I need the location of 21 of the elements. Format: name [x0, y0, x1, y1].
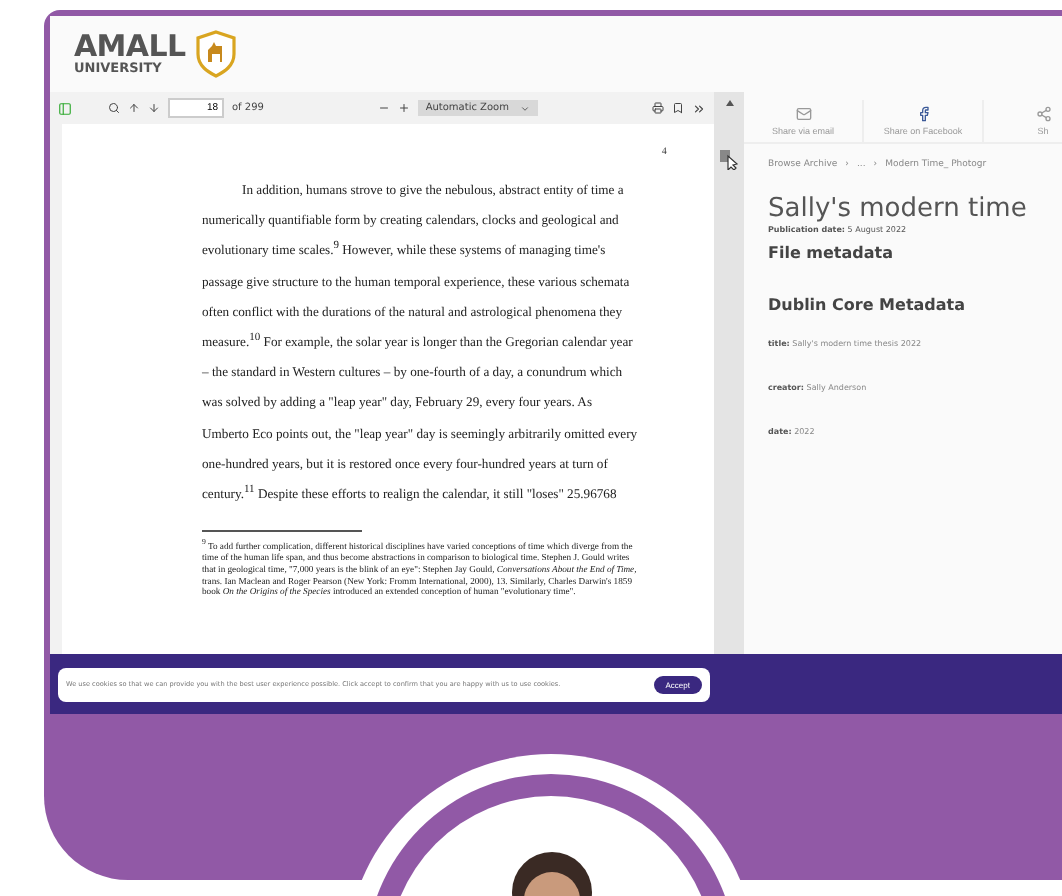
up-arrow-icon[interactable]	[128, 102, 140, 114]
section-heading: File metadata	[768, 244, 895, 262]
minus-icon[interactable]	[377, 102, 390, 114]
shield-logo-icon	[193, 30, 238, 78]
record-title: Sally's modern time	[768, 194, 1029, 224]
caret-icon	[520, 103, 531, 113]
sidebar-toggle-icon[interactable]	[58, 101, 72, 115]
search-icon[interactable]	[108, 102, 120, 114]
mail-icon	[795, 106, 811, 122]
print-icon[interactable]	[652, 102, 665, 114]
scrollbar[interactable]	[714, 92, 744, 654]
scroll-up-icon[interactable]	[725, 100, 734, 106]
logo-title: AMALL	[74, 32, 186, 63]
cursor-icon	[720, 150, 739, 170]
bookmark-icon[interactable]	[672, 102, 685, 114]
down-arrow-icon[interactable]	[148, 102, 160, 114]
double-chevron-icon[interactable]	[692, 101, 707, 115]
share-icon	[1035, 106, 1051, 122]
section-heading: Dublin Core Metadata	[768, 296, 968, 314]
facebook-icon	[915, 106, 931, 122]
plus-icon[interactable]	[397, 102, 410, 114]
